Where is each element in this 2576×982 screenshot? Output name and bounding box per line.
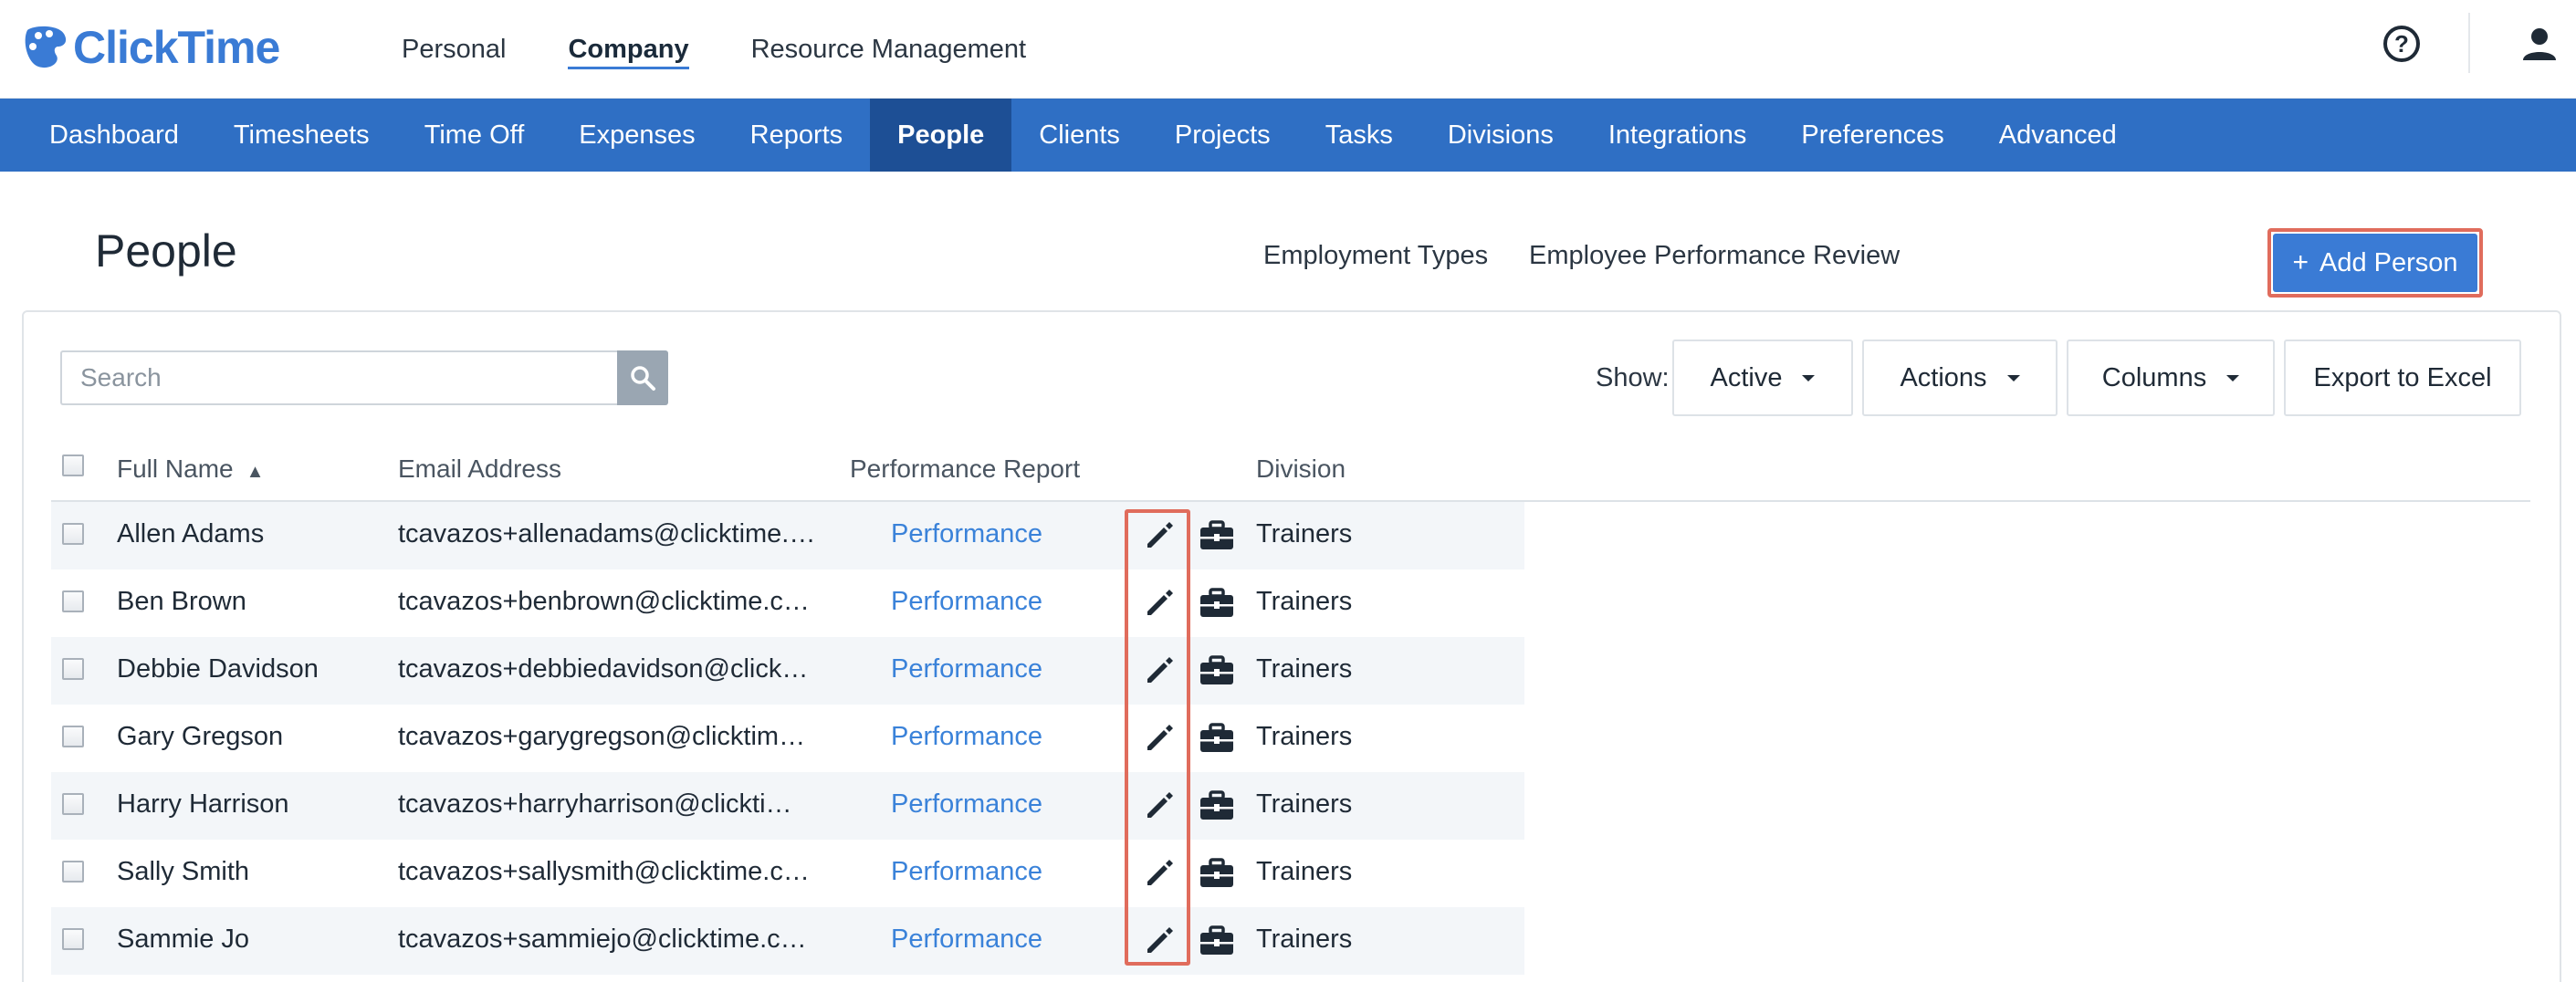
columns-dropdown[interactable]: Columns xyxy=(2067,340,2275,416)
select-all-checkbox[interactable] xyxy=(62,454,84,476)
nav-projects[interactable]: Projects xyxy=(1147,99,1298,172)
nav-tasks[interactable]: Tasks xyxy=(1298,99,1420,172)
add-person-label: Add Person xyxy=(2319,247,2458,277)
performance-link[interactable]: Performance xyxy=(891,519,1042,549)
main-nav: Dashboard Timesheets Time Off Expenses R… xyxy=(0,99,2576,172)
person-division: Trainers xyxy=(1256,654,1353,684)
person-email: tcavazos+debbiedavidson@click… xyxy=(398,654,809,684)
nav-advanced[interactable]: Advanced xyxy=(1972,99,2144,172)
person-email: tcavazos+sammiejo@clicktime.c… xyxy=(398,925,807,954)
person-division: Trainers xyxy=(1256,722,1353,751)
row-checkbox[interactable] xyxy=(62,658,84,680)
header-divider xyxy=(2468,13,2470,73)
columns-label: Columns xyxy=(2101,362,2207,392)
performance-link[interactable]: Performance xyxy=(891,722,1042,752)
topnav-resource-management[interactable]: Resource Management xyxy=(751,0,1026,99)
person-email: tcavazos+sallysmith@clicktime.c… xyxy=(398,857,810,886)
person-division: Trainers xyxy=(1256,519,1353,548)
nav-integrations[interactable]: Integrations xyxy=(1581,99,1775,172)
row-checkbox[interactable] xyxy=(62,861,84,883)
person-email: tcavazos+benbrown@clicktime.c… xyxy=(398,587,810,616)
person-division: Trainers xyxy=(1256,857,1353,886)
header-division[interactable]: Division xyxy=(1256,454,1346,484)
row-checkbox[interactable] xyxy=(62,928,84,950)
person-email: tcavazos+harryharrison@clickti… xyxy=(398,789,792,819)
caret-down-icon xyxy=(1802,374,1816,381)
export-label: Export to Excel xyxy=(2313,362,2492,392)
employment-types-link[interactable]: Employment Types xyxy=(1263,241,1488,271)
search-button[interactable] xyxy=(617,350,668,405)
briefcase-icon[interactable] xyxy=(1199,723,1235,754)
nav-clients[interactable]: Clients xyxy=(1011,99,1147,172)
header-full-name[interactable]: Full Name ▲ xyxy=(117,454,264,484)
show-label: Show: xyxy=(1596,363,1670,392)
actions-dropdown[interactable]: Actions xyxy=(1862,340,2058,416)
header-email[interactable]: Email Address xyxy=(398,454,561,484)
header-full-name-label: Full Name xyxy=(117,454,234,483)
row-checkbox[interactable] xyxy=(62,590,84,612)
briefcase-icon[interactable] xyxy=(1199,858,1235,889)
person-division: Trainers xyxy=(1256,789,1353,819)
nav-divisions[interactable]: Divisions xyxy=(1420,99,1581,172)
person-email: tcavazos+garygregson@clicktim… xyxy=(398,722,806,751)
add-person-button[interactable]: + Add Person xyxy=(2273,234,2477,292)
topnav-personal[interactable]: Personal xyxy=(402,0,506,99)
person-name[interactable]: Sammie Jo xyxy=(117,925,249,955)
export-to-excel-button[interactable]: Export to Excel xyxy=(2284,340,2521,416)
performance-link[interactable]: Performance xyxy=(891,587,1042,617)
person-email: tcavazos+allenadams@clicktime.… xyxy=(398,519,816,548)
top-nav: Personal Company Resource Management xyxy=(402,0,1088,99)
caret-down-icon xyxy=(2226,374,2240,381)
person-name[interactable]: Gary Gregson xyxy=(117,722,283,752)
sort-ascending-icon: ▲ xyxy=(246,462,265,482)
search-placeholder: Search xyxy=(80,363,162,392)
user-icon[interactable] xyxy=(2519,24,2560,64)
edit-column-highlight xyxy=(1125,509,1190,966)
nav-expenses[interactable]: Expenses xyxy=(551,99,722,172)
briefcase-icon[interactable] xyxy=(1199,655,1235,686)
nav-reports[interactable]: Reports xyxy=(723,99,871,172)
briefcase-icon[interactable] xyxy=(1199,520,1235,551)
header-performance-report[interactable]: Performance Report xyxy=(850,454,1080,484)
nav-people[interactable]: People xyxy=(870,99,1012,172)
top-header: ClickTime Personal Company Resource Mana… xyxy=(0,0,2576,99)
nav-dashboard[interactable]: Dashboard xyxy=(0,99,206,172)
briefcase-icon[interactable] xyxy=(1199,925,1235,956)
person-division: Trainers xyxy=(1256,925,1353,954)
person-name[interactable]: Sally Smith xyxy=(117,857,249,887)
search-icon xyxy=(631,366,655,391)
briefcase-icon[interactable] xyxy=(1199,790,1235,821)
plus-icon: + xyxy=(2292,247,2309,277)
row-checkbox[interactable] xyxy=(62,523,84,545)
nav-preferences[interactable]: Preferences xyxy=(1774,99,1971,172)
person-name[interactable]: Harry Harrison xyxy=(117,789,289,820)
row-checkbox[interactable] xyxy=(62,726,84,747)
employee-performance-review-link[interactable]: Employee Performance Review xyxy=(1529,241,1900,271)
nav-timesheets[interactable]: Timesheets xyxy=(206,99,397,172)
person-division: Trainers xyxy=(1256,587,1353,616)
nav-time-off[interactable]: Time Off xyxy=(397,99,552,172)
performance-link[interactable]: Performance xyxy=(891,654,1042,684)
clicktime-logo[interactable]: ClickTime xyxy=(22,18,280,77)
topnav-company[interactable]: Company xyxy=(568,0,689,99)
status-filter-dropdown[interactable]: Active xyxy=(1672,340,1853,416)
status-filter-label: Active xyxy=(1710,362,1783,392)
actions-label: Actions xyxy=(1900,362,1987,392)
person-name[interactable]: Allen Adams xyxy=(117,519,264,549)
briefcase-icon[interactable] xyxy=(1199,588,1235,619)
help-circle-icon[interactable]: ? xyxy=(2383,26,2420,62)
person-name[interactable]: Ben Brown xyxy=(117,587,246,617)
palette-logo-icon xyxy=(25,26,67,68)
performance-link[interactable]: Performance xyxy=(891,857,1042,887)
caret-down-icon xyxy=(2006,374,2020,381)
logo-text: ClickTime xyxy=(73,22,280,73)
person-name[interactable]: Debbie Davidson xyxy=(117,654,319,684)
performance-link[interactable]: Performance xyxy=(891,925,1042,955)
page-title: People xyxy=(95,225,237,277)
performance-link[interactable]: Performance xyxy=(891,789,1042,820)
search-input[interactable]: Search xyxy=(60,350,617,405)
row-checkbox[interactable] xyxy=(62,793,84,815)
